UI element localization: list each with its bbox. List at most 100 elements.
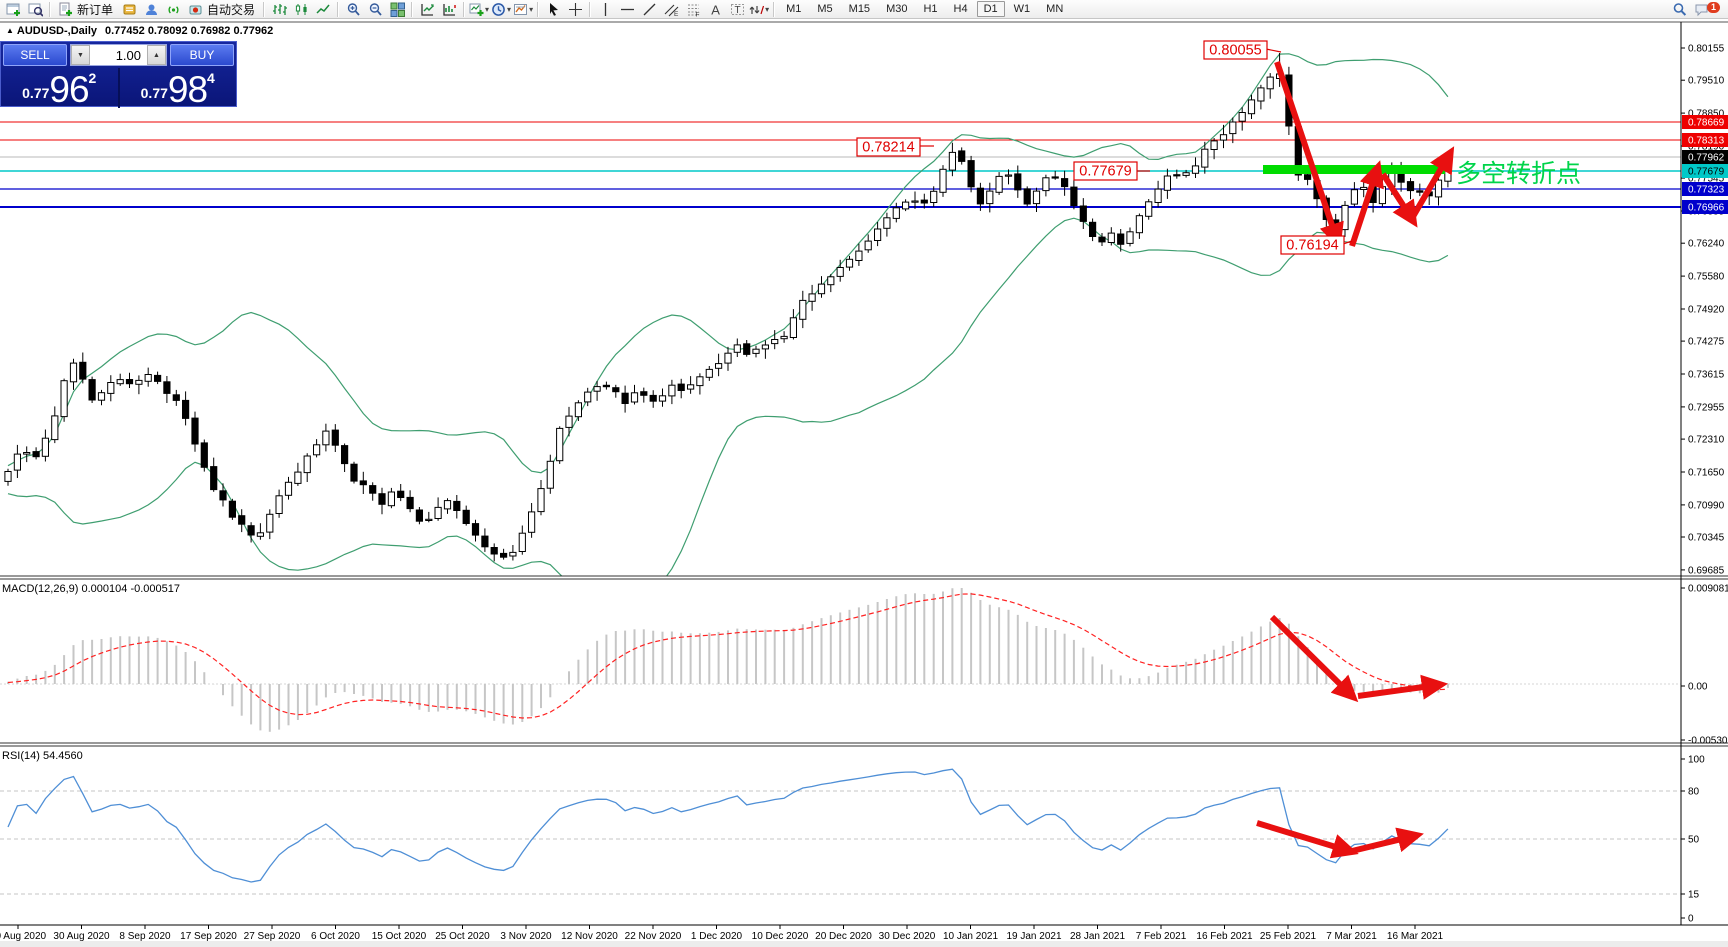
green-pivot-bar[interactable] xyxy=(1263,165,1445,174)
svg-text:0.70990: 0.70990 xyxy=(1688,500,1725,511)
svg-text:22 Nov 2020: 22 Nov 2020 xyxy=(625,931,682,942)
crosshair-icon xyxy=(568,2,583,17)
sell-price[interactable]: 0.77 96 2 xyxy=(1,68,118,108)
svg-text:30 Aug 2020: 30 Aug 2020 xyxy=(53,931,110,942)
zoom-out-button[interactable] xyxy=(364,1,386,18)
toolbar-separator xyxy=(463,2,465,17)
svg-text:E: E xyxy=(674,11,679,17)
svg-text:10 Jan 2021: 10 Jan 2021 xyxy=(943,931,998,942)
candlestick-button[interactable] xyxy=(290,1,312,18)
add-indicator-icon xyxy=(469,2,484,17)
svg-text:0.00: 0.00 xyxy=(1688,682,1708,693)
window-marker-icon: ▲ xyxy=(6,26,14,35)
crosshair-button[interactable] xyxy=(564,1,586,18)
shapes-button[interactable]: ▾ xyxy=(748,1,770,18)
svg-text:0.77962: 0.77962 xyxy=(1688,153,1725,164)
indicator-list-button[interactable] xyxy=(438,1,460,18)
timeframe-m30-button[interactable]: M30 xyxy=(879,1,914,17)
volume-increase-button[interactable]: ▲ xyxy=(147,45,166,65)
svg-text:0.73615: 0.73615 xyxy=(1688,370,1725,381)
svg-text:0.76966: 0.76966 xyxy=(1688,203,1725,214)
notification-badge[interactable]: 1 xyxy=(1707,2,1720,13)
svg-text:A: A xyxy=(711,2,720,17)
history-center-button[interactable] xyxy=(118,1,140,18)
svg-text:T: T xyxy=(734,5,740,16)
new-order-button[interactable] xyxy=(54,1,76,18)
svg-text:25 Feb 2021: 25 Feb 2021 xyxy=(1260,931,1317,942)
label-icon: T xyxy=(730,2,745,17)
timeframe-d1-button[interactable]: D1 xyxy=(977,1,1005,17)
volume-stepper: ▼ 1.00 ▲ xyxy=(70,44,167,66)
cursor-icon xyxy=(546,2,561,17)
timeframe-h1-button[interactable]: H1 xyxy=(916,1,944,17)
svg-text:0.009081: 0.009081 xyxy=(1688,584,1728,595)
svg-text:17 Sep 2020: 17 Sep 2020 xyxy=(180,931,237,942)
sell-price-small: 0.77 xyxy=(22,85,49,101)
indicator-list-icon xyxy=(442,2,457,17)
fibonacci-button[interactable]: F xyxy=(682,1,704,18)
community-button[interactable] xyxy=(140,1,162,18)
buy-button[interactable]: BUY xyxy=(170,44,234,66)
indicator-window-icon xyxy=(420,2,435,17)
tile-windows-button[interactable] xyxy=(386,1,408,18)
svg-text:7 Mar 2021: 7 Mar 2021 xyxy=(1326,931,1377,942)
toolbar-separator xyxy=(537,2,539,17)
line-chart-button[interactable] xyxy=(312,1,334,18)
svg-text:7 Feb 2021: 7 Feb 2021 xyxy=(1136,931,1187,942)
chevron-down-icon: ▾ xyxy=(485,5,489,14)
bar-chart-icon xyxy=(272,2,287,17)
indicator-window-button[interactable] xyxy=(416,1,438,18)
pivot-note-text[interactable]: 多空转折点 xyxy=(1456,160,1581,188)
svg-text:0.74275: 0.74275 xyxy=(1688,337,1725,348)
timeframe-mn-button[interactable]: MN xyxy=(1039,1,1070,17)
volume-input[interactable]: 1.00 xyxy=(90,45,147,65)
line-chart-icon xyxy=(316,2,331,17)
buy-price[interactable]: 0.77 98 4 xyxy=(120,68,237,108)
hline-icon xyxy=(620,2,635,17)
label-button[interactable]: T xyxy=(726,1,748,18)
periods-icon xyxy=(491,2,506,17)
svg-text:0.78313: 0.78313 xyxy=(1688,136,1725,147)
chart-canvas[interactable]: 0.801550.795100.788500.781900.775450.768… xyxy=(0,0,1728,947)
vline-button[interactable] xyxy=(594,1,616,18)
timeframe-m15-button[interactable]: M15 xyxy=(842,1,877,17)
timeframe-m1-button[interactable]: M1 xyxy=(779,1,808,17)
sell-button[interactable]: SELL xyxy=(3,44,67,66)
bar-chart-button[interactable] xyxy=(268,1,290,18)
search-button[interactable] xyxy=(1669,1,1691,18)
svg-text:0.71650: 0.71650 xyxy=(1688,468,1725,479)
svg-text:0.70345: 0.70345 xyxy=(1688,533,1725,544)
history-center-icon xyxy=(122,2,137,17)
price-callout-text: 0.76194 xyxy=(1286,238,1338,254)
templates-button[interactable]: ▾ xyxy=(512,1,534,18)
autotrading-label[interactable]: 自动交易 xyxy=(207,1,255,18)
svg-text:0.79510: 0.79510 xyxy=(1688,76,1725,87)
chart-profiles-button[interactable] xyxy=(24,1,46,18)
zoom-in-button[interactable] xyxy=(342,1,364,18)
new-order-label[interactable]: 新订单 xyxy=(77,1,113,18)
text-button[interactable]: A xyxy=(704,1,726,18)
svg-text:19 Jan 2021: 19 Jan 2021 xyxy=(1006,931,1061,942)
svg-text:0.75580: 0.75580 xyxy=(1688,272,1725,283)
timeframe-w1-button[interactable]: W1 xyxy=(1007,1,1038,17)
chart-profiles-icon xyxy=(28,2,43,17)
periods-button[interactable]: ▾ xyxy=(490,1,512,18)
svg-text:0.77679: 0.77679 xyxy=(1688,167,1725,178)
autotrading-button[interactable] xyxy=(184,1,206,18)
add-indicator-button[interactable]: ▾ xyxy=(468,1,490,18)
hline-button[interactable] xyxy=(616,1,638,18)
timeframe-h4-button[interactable]: H4 xyxy=(947,1,975,17)
one-click-trading-panel: SELL ▼ 1.00 ▲ BUY 0.77 96 2 0.77 98 4 xyxy=(0,41,237,107)
cursor-button[interactable] xyxy=(542,1,564,18)
new-chart-button[interactable] xyxy=(2,1,24,18)
svg-text:F: F xyxy=(695,11,699,17)
svg-text:0: 0 xyxy=(1688,914,1694,925)
timeframe-m5-button[interactable]: M5 xyxy=(810,1,839,17)
signals-button[interactable] xyxy=(162,1,184,18)
toolbar-separator xyxy=(263,2,265,17)
buy-price-big: 98 xyxy=(168,75,207,105)
volume-decrease-button[interactable]: ▼ xyxy=(71,45,90,65)
channel-button[interactable]: E xyxy=(660,1,682,18)
new-order-icon xyxy=(58,2,73,17)
trendline-button[interactable] xyxy=(638,1,660,18)
